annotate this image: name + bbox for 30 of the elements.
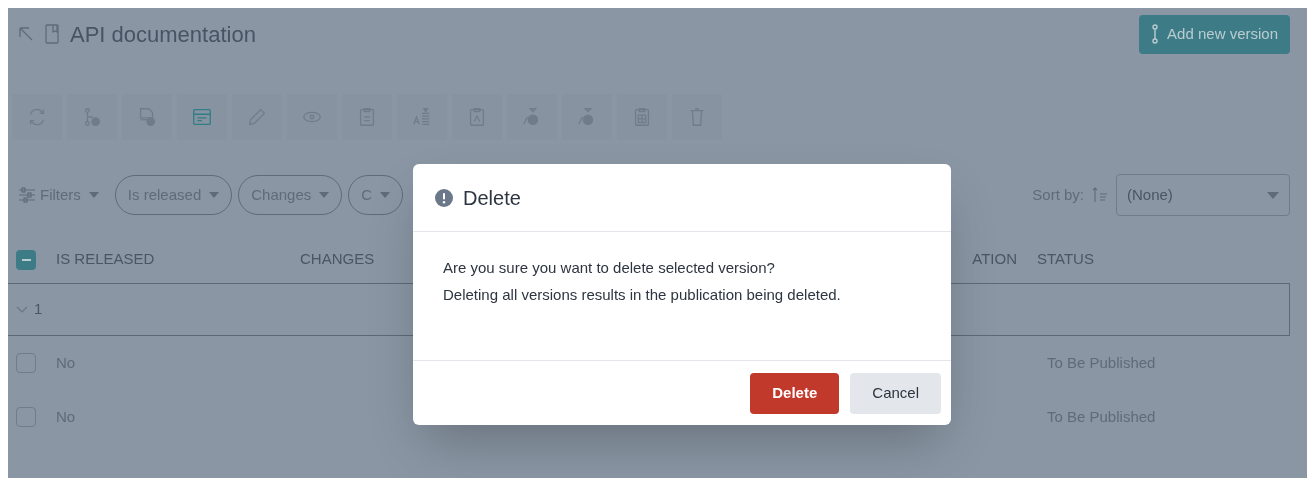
sort-dropdown[interactable]: (None) (1116, 174, 1290, 216)
checkbox[interactable] (16, 407, 36, 427)
chevron-icon[interactable] (16, 305, 28, 314)
sliders-icon (18, 187, 36, 203)
caret-icon (380, 192, 391, 198)
table-icon (191, 106, 213, 128)
dialog-title: Delete (463, 185, 521, 211)
group-label: 1 (34, 299, 43, 320)
add-version-button[interactable]: Add new version (1139, 14, 1290, 54)
page-title: API documentation (70, 20, 256, 49)
caret-icon (319, 192, 330, 198)
checkbox[interactable] (16, 353, 36, 373)
collapse-arrow-icon[interactable] (18, 26, 34, 42)
caret-icon (1267, 191, 1279, 199)
column-header[interactable]: IS RELEASED (56, 250, 155, 268)
dialog-message: Deleting all versions results in the publication being deleted. (443, 286, 841, 303)
caret-icon (88, 192, 99, 198)
cancel-button[interactable]: Cancel (850, 372, 941, 414)
branch-icon (1151, 24, 1160, 44)
dialog-message: Are you sure you want to delete selected version? (443, 259, 775, 276)
sort-icon[interactable] (1092, 186, 1108, 204)
checkbox[interactable] (16, 249, 36, 270)
pencil-icon (246, 106, 268, 128)
caret-icon (209, 192, 220, 198)
column-header[interactable]: ATION (972, 250, 1017, 268)
confirm-button[interactable]: Delete (750, 372, 840, 414)
column-header[interactable]: STATUS (1037, 250, 1094, 268)
column-header[interactable]: CHANGES (300, 250, 375, 268)
exclamation-icon (435, 188, 453, 207)
book-icon (44, 24, 60, 44)
